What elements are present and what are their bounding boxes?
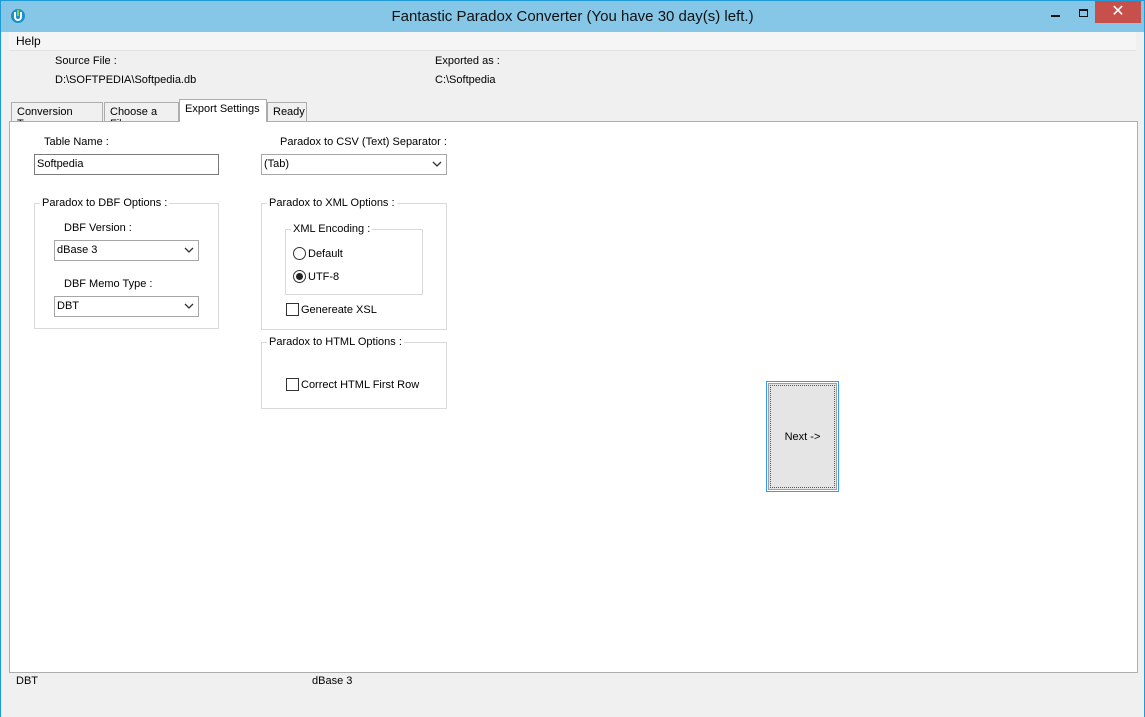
xml-options-title: Paradox to XML Options : bbox=[267, 197, 397, 209]
minimize-icon bbox=[1050, 15, 1060, 17]
csv-separator-select[interactable]: (Tab) bbox=[261, 154, 447, 175]
table-name-label: Table Name : bbox=[44, 136, 109, 148]
maximize-button[interactable] bbox=[1070, 1, 1096, 23]
encoding-default-label: Default bbox=[308, 248, 343, 260]
dbf-memo-value: DBT bbox=[57, 300, 79, 312]
tab-choose-file[interactable]: Choose a File bbox=[104, 102, 179, 130]
export-settings-panel: Table Name : Softpedia Paradox to CSV (T… bbox=[9, 121, 1138, 673]
xml-options-group: Paradox to XML Options : XML Encoding : … bbox=[261, 197, 447, 330]
generate-xsl-label: Genereate XSL bbox=[301, 304, 377, 316]
source-file-value: D:\SOFTPEDIA\Softpedia.db bbox=[55, 74, 197, 86]
xml-encoding-title: XML Encoding : bbox=[291, 223, 373, 235]
chevron-down-icon bbox=[432, 161, 442, 167]
table-name-input[interactable]: Softpedia bbox=[34, 154, 219, 175]
exported-as-label: Exported as : bbox=[435, 55, 500, 67]
dbf-version-select[interactable]: dBase 3 bbox=[54, 240, 199, 261]
tab-export-settings[interactable]: Export Settings bbox=[179, 99, 267, 122]
status-dbf-version: dBase 3 bbox=[312, 675, 353, 687]
xml-encoding-group: XML Encoding : Default UTF-8 bbox=[285, 223, 423, 295]
encoding-default-radio[interactable] bbox=[293, 247, 306, 260]
dbf-memo-label: DBF Memo Type : bbox=[64, 278, 153, 290]
correct-html-checkbox[interactable] bbox=[286, 378, 299, 391]
window-bottom bbox=[1, 690, 1144, 717]
radio-selected-dot bbox=[296, 273, 303, 280]
chevron-down-icon bbox=[184, 247, 194, 253]
next-button[interactable]: Next -> bbox=[766, 381, 839, 492]
title-bar[interactable]: Fantastic Paradox Converter (You have 30… bbox=[1, 1, 1144, 32]
minimize-button[interactable] bbox=[1042, 1, 1068, 23]
correct-html-label: Correct HTML First Row bbox=[301, 379, 420, 391]
window-title: Fantastic Paradox Converter (You have 30… bbox=[391, 8, 754, 25]
status-bar: DBT dBase 3 bbox=[9, 673, 1138, 690]
source-file-label: Source File : bbox=[55, 55, 117, 67]
dbf-memo-select[interactable]: DBT bbox=[54, 296, 199, 317]
close-icon: ✕ bbox=[1111, 3, 1125, 20]
encoding-utf8-label: UTF-8 bbox=[308, 271, 340, 283]
dbf-options-title: Paradox to DBF Options : bbox=[40, 197, 170, 209]
dbf-options-group: Paradox to DBF Options : DBF Version : d… bbox=[34, 197, 219, 329]
html-options-title: Paradox to HTML Options : bbox=[267, 336, 404, 348]
chevron-down-icon bbox=[184, 303, 194, 309]
tab-conversion-type[interactable]: Conversion Type bbox=[11, 102, 103, 130]
encoding-utf8-radio[interactable] bbox=[293, 270, 306, 283]
exported-as-value: C:\Softpedia bbox=[435, 74, 496, 86]
menu-bar: Help bbox=[9, 32, 1136, 51]
html-options-group: Paradox to HTML Options : Correct HTML F… bbox=[261, 336, 447, 409]
menu-help[interactable]: Help bbox=[16, 34, 41, 48]
dbf-version-value: dBase 3 bbox=[57, 244, 98, 256]
tab-ready[interactable]: Ready bbox=[267, 102, 307, 121]
dbf-version-label: DBF Version : bbox=[64, 222, 132, 234]
generate-xsl-checkbox[interactable] bbox=[286, 303, 299, 316]
app-window: Fantastic Paradox Converter (You have 30… bbox=[0, 0, 1145, 717]
csv-separator-label: Paradox to CSV (Text) Separator : bbox=[280, 136, 447, 148]
close-button[interactable]: ✕ bbox=[1095, 1, 1141, 23]
focus-rect bbox=[770, 385, 835, 488]
csv-separator-value: (Tab) bbox=[264, 158, 290, 170]
maximize-icon bbox=[1078, 9, 1088, 17]
status-memo-type: DBT bbox=[16, 675, 38, 687]
